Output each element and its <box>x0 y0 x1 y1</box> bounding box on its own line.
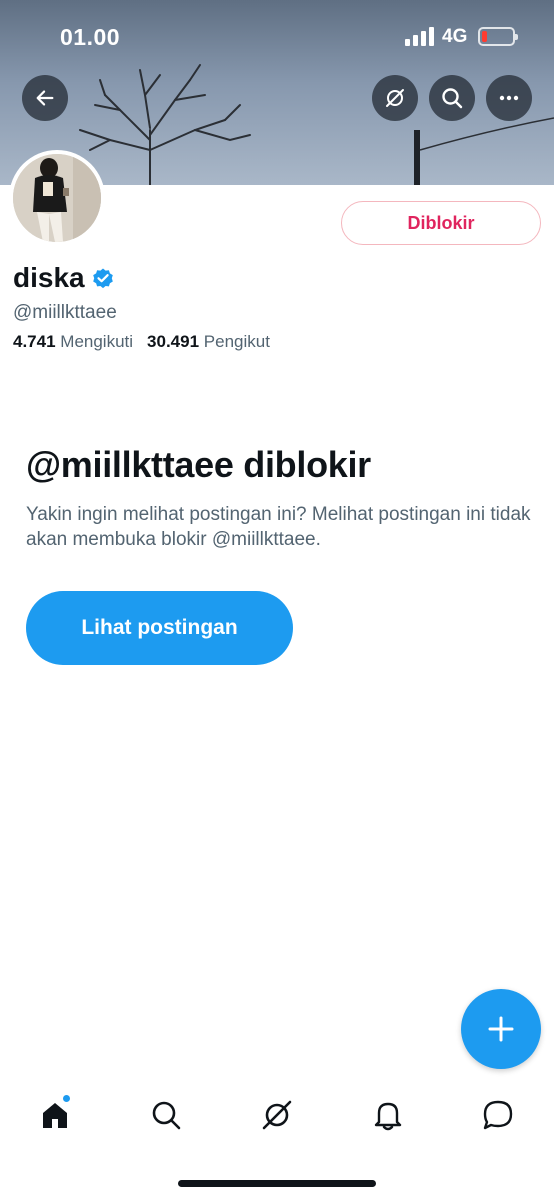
search-icon <box>152 1101 181 1130</box>
more-button[interactable] <box>486 75 532 121</box>
followers-label: Pengikut <box>203 332 270 351</box>
avatar-image <box>13 154 101 242</box>
nav-search[interactable] <box>146 1095 186 1135</box>
more-horizontal-icon <box>499 95 519 101</box>
profile-stats: 4.741 Mengikuti 30.491 Pengikut <box>13 332 270 352</box>
grok-icon <box>262 1100 292 1130</box>
home-indicator <box>178 1180 376 1187</box>
blocked-title: @miillkttaee diblokir <box>26 444 371 485</box>
status-time: 01.00 <box>60 24 121 50</box>
home-notification-dot <box>62 1094 71 1103</box>
profile-handle: @miillkttaee <box>13 302 117 323</box>
grok-icon <box>386 89 404 107</box>
cellular-signal-icon <box>405 27 434 46</box>
search-button[interactable] <box>429 75 475 121</box>
verified-badge-icon[interactable] <box>91 266 115 290</box>
followers-count: 30.491 <box>147 332 200 351</box>
following-stat[interactable]: 4.741 Mengikuti <box>13 332 133 352</box>
followers-stat[interactable]: 30.491 Pengikut <box>147 332 270 352</box>
following-count: 4.741 <box>13 332 56 351</box>
home-icon <box>43 1103 67 1128</box>
nav-grok[interactable] <box>257 1095 297 1135</box>
nav-messages[interactable] <box>478 1095 518 1135</box>
profile-avatar[interactable] <box>9 150 105 246</box>
display-name: diska <box>13 262 85 293</box>
status-bar: 01.00 4G <box>0 0 554 70</box>
following-label: Mengikuti <box>60 332 134 351</box>
search-icon <box>442 88 463 109</box>
back-button[interactable] <box>22 75 68 121</box>
message-icon <box>483 1100 513 1130</box>
blocked-description: Yakin ingin melihat postingan ini? Melih… <box>26 504 531 550</box>
compose-fab[interactable] <box>461 989 541 1069</box>
battery-icon <box>478 27 518 46</box>
view-posts-button[interactable]: Lihat postingan <box>26 591 293 665</box>
bell-icon <box>374 1102 402 1131</box>
nav-notifications[interactable] <box>368 1095 408 1135</box>
bottom-nav <box>0 1085 554 1145</box>
profile-name-row: diska <box>13 262 115 294</box>
plus-icon <box>488 1016 514 1042</box>
grok-button[interactable] <box>372 75 418 121</box>
blocked-button[interactable]: Diblokir <box>341 201 541 245</box>
arrow-left-icon <box>36 90 54 106</box>
network-type: 4G <box>442 26 468 47</box>
